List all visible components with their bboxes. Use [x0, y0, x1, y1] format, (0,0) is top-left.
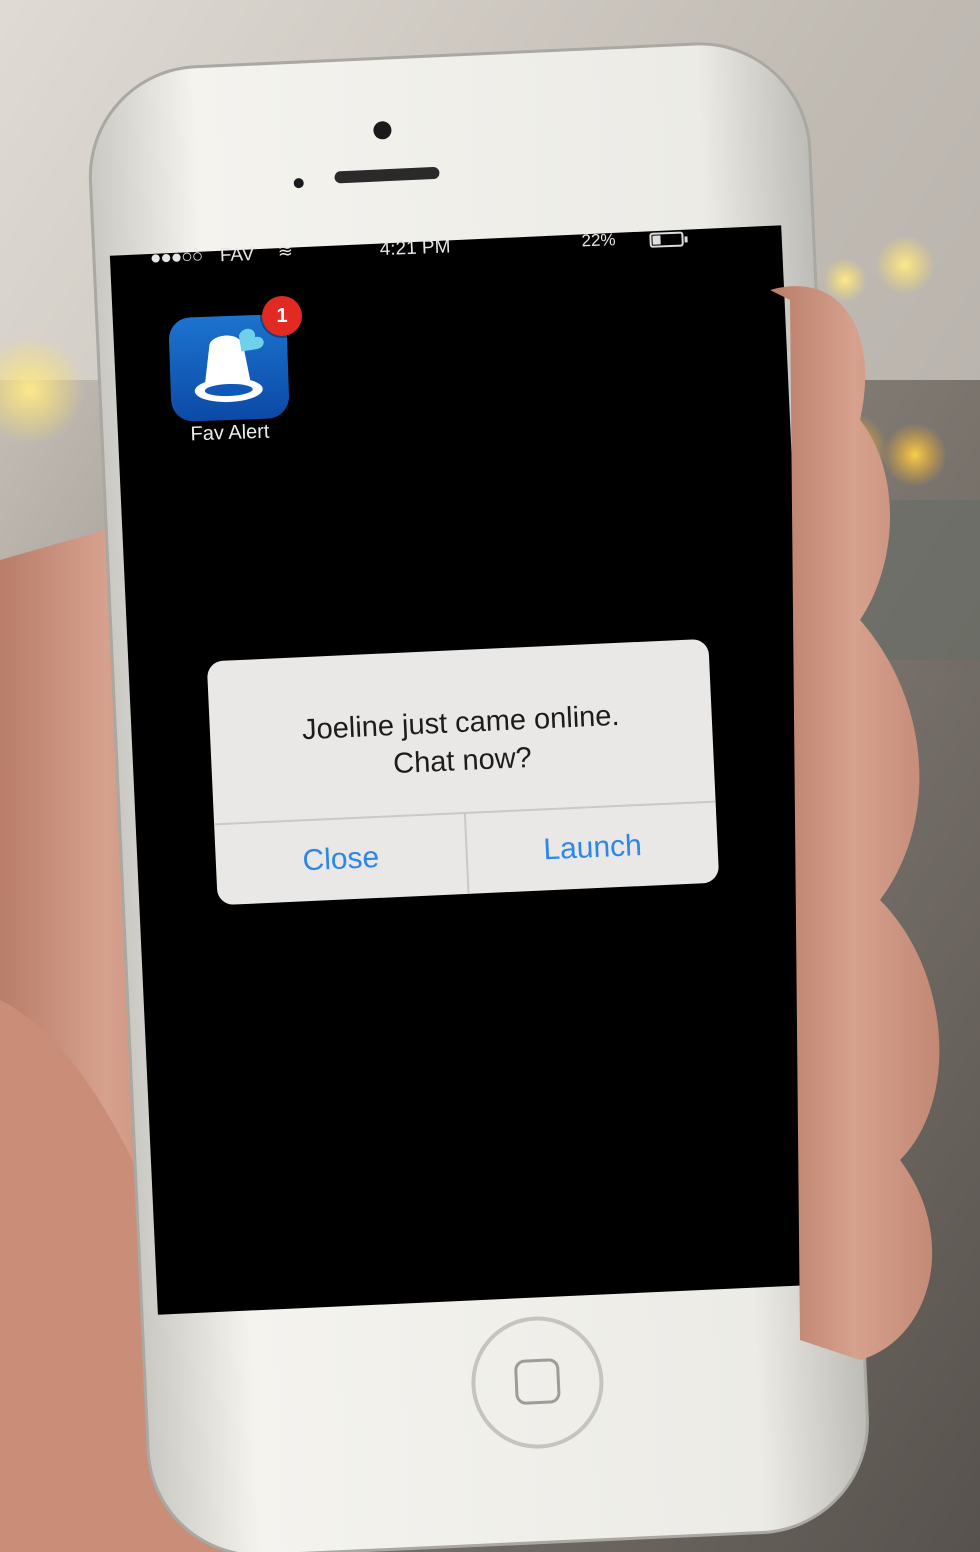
carrier-label: FAV: [219, 243, 255, 267]
battery-icon: [649, 231, 684, 248]
wifi-icon: ≋: [277, 240, 294, 262]
signal-strength-icon: ●●●○○: [149, 245, 203, 269]
alert-message: Joeline just came online. Chat now?: [209, 693, 714, 792]
status-time: 4:21 PM: [379, 236, 451, 261]
app-label: Fav Alert: [190, 420, 270, 446]
notification-badge: 1: [262, 296, 302, 336]
battery-percent: 22%: [581, 230, 616, 251]
close-button[interactable]: Close: [214, 814, 467, 905]
alert-dialog: Joeline just came online. Chat now? Clos…: [206, 638, 720, 906]
launch-button[interactable]: Launch: [466, 803, 719, 894]
